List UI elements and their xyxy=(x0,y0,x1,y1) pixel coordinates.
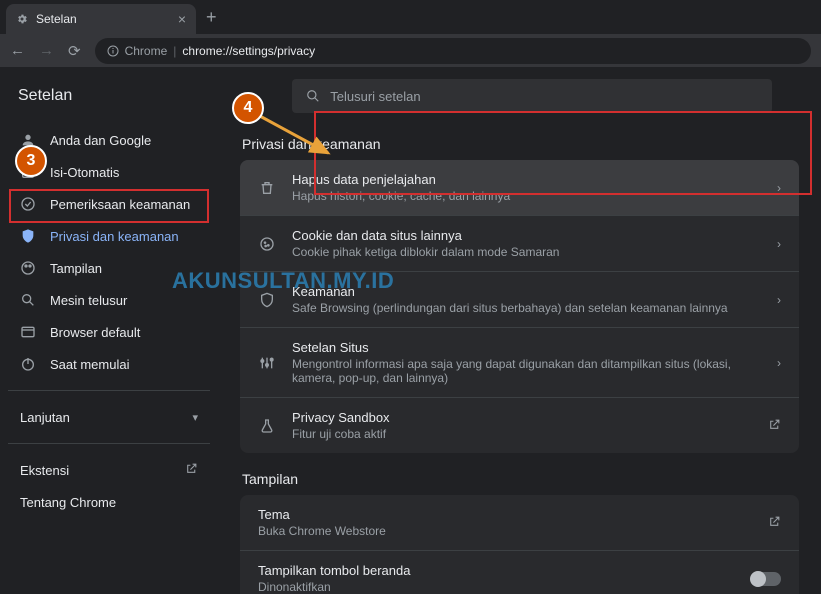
sidebar-item-label: Ekstensi xyxy=(20,463,69,478)
sidebar-item-on-startup[interactable]: Saat memulai xyxy=(8,348,210,380)
shield-icon xyxy=(20,228,36,244)
cookie-icon xyxy=(258,236,276,252)
row-title: Tampilkan tombol beranda xyxy=(258,563,735,578)
divider xyxy=(8,443,210,444)
browser-icon xyxy=(20,324,36,340)
search-input[interactable] xyxy=(330,89,758,104)
sidebar-item-label: Privasi dan keamanan xyxy=(50,229,179,244)
tab-title: Setelan xyxy=(36,12,77,26)
row-title: Tema xyxy=(258,507,752,522)
reload-button[interactable]: ⟳ xyxy=(68,42,81,60)
external-link-icon xyxy=(768,418,781,434)
search-icon xyxy=(306,89,320,103)
security-icon xyxy=(258,292,276,308)
sidebar: Anda dan Google Isi-Otomatis Pemeriksaan… xyxy=(0,124,218,594)
section-title-privacy: Privasi dan keamanan xyxy=(242,136,799,152)
sidebar-item-label: Anda dan Google xyxy=(50,133,151,148)
appearance-card: Tema Buka Chrome Webstore Tampilkan tomb… xyxy=(240,495,799,594)
sliders-icon xyxy=(258,355,276,371)
chevron-right-icon: › xyxy=(777,237,781,251)
info-icon xyxy=(107,45,119,57)
chevron-down-icon: ▾ xyxy=(192,411,198,424)
row-theme[interactable]: Tema Buka Chrome Webstore xyxy=(240,495,799,551)
sidebar-item-label: Isi-Otomatis xyxy=(50,165,119,180)
sidebar-item-about[interactable]: Tentang Chrome xyxy=(8,486,210,518)
close-tab-icon[interactable]: × xyxy=(178,11,186,27)
url-path: chrome://settings/privacy xyxy=(182,44,315,58)
page-title: Setelan xyxy=(18,87,72,105)
row-title: Keamanan xyxy=(292,284,761,299)
row-security[interactable]: Keamanan Safe Browsing (perlindungan dar… xyxy=(240,272,799,328)
row-cookies[interactable]: Cookie dan data situs lainnya Cookie pih… xyxy=(240,216,799,272)
row-home-button[interactable]: Tampilkan tombol beranda Dinonaktifkan xyxy=(240,551,799,594)
sidebar-item-label: Lanjutan xyxy=(20,410,70,425)
toolbar: ← → ⟳ Chrome | chrome://settings/privacy xyxy=(0,34,821,68)
row-subtitle: Fitur uji coba aktif xyxy=(292,427,752,441)
row-title: Setelan Situs xyxy=(292,340,761,355)
flask-icon xyxy=(258,418,276,434)
sidebar-item-safety-check[interactable]: Pemeriksaan keamanan xyxy=(8,188,210,220)
trash-icon xyxy=(258,180,276,196)
section-title-appearance: Tampilan xyxy=(242,471,799,487)
sidebar-item-default-browser[interactable]: Browser default xyxy=(8,316,210,348)
row-site-settings[interactable]: Setelan Situs Mengontrol informasi apa s… xyxy=(240,328,799,398)
url-scheme: Chrome xyxy=(125,44,168,58)
row-subtitle: Cookie pihak ketiga diblokir dalam mode … xyxy=(292,245,761,259)
annotation-badge-3: 3 xyxy=(15,145,47,177)
row-subtitle: Safe Browsing (perlindungan dari situs b… xyxy=(292,301,761,315)
browser-tab[interactable]: Setelan × xyxy=(6,4,196,34)
sidebar-item-privacy[interactable]: Privasi dan keamanan xyxy=(8,220,210,252)
chevron-right-icon: › xyxy=(777,356,781,370)
chevron-right-icon: › xyxy=(777,181,781,195)
address-bar[interactable]: Chrome | chrome://settings/privacy xyxy=(95,38,811,64)
sidebar-item-advanced[interactable]: Lanjutan ▾ xyxy=(8,401,210,433)
new-tab-button[interactable]: + xyxy=(206,7,217,28)
header: Setelan xyxy=(0,68,821,124)
sidebar-item-label: Saat memulai xyxy=(50,357,129,372)
external-link-icon xyxy=(768,515,781,531)
external-link-icon xyxy=(185,462,198,478)
main-content: Privasi dan keamanan Hapus data penjelaj… xyxy=(218,124,821,594)
search-box[interactable] xyxy=(292,79,772,113)
annotation-badge-4: 4 xyxy=(232,92,264,124)
search-engine-icon xyxy=(20,292,36,308)
row-title: Privacy Sandbox xyxy=(292,410,752,425)
power-icon xyxy=(20,356,36,372)
back-button[interactable]: ← xyxy=(10,42,25,59)
sidebar-item-label: Tampilan xyxy=(50,261,102,276)
chevron-right-icon: › xyxy=(777,293,781,307)
row-subtitle: Mengontrol informasi apa saja yang dapat… xyxy=(292,357,761,385)
check-icon xyxy=(20,196,36,212)
row-privacy-sandbox[interactable]: Privacy Sandbox Fitur uji coba aktif xyxy=(240,398,799,453)
privacy-card: Hapus data penjelajahan Hapus histori, c… xyxy=(240,160,799,453)
sidebar-item-extensions[interactable]: Ekstensi xyxy=(8,454,210,486)
row-clear-browsing-data[interactable]: Hapus data penjelajahan Hapus histori, c… xyxy=(240,160,799,216)
row-title: Cookie dan data situs lainnya xyxy=(292,228,761,243)
sidebar-item-label: Mesin telusur xyxy=(50,293,127,308)
forward-button[interactable]: → xyxy=(39,42,54,59)
sidebar-item-appearance[interactable]: Tampilan xyxy=(8,252,210,284)
sidebar-item-label: Pemeriksaan keamanan xyxy=(50,197,190,212)
sidebar-item-search-engine[interactable]: Mesin telusur xyxy=(8,284,210,316)
palette-icon xyxy=(20,260,36,276)
row-subtitle: Hapus histori, cookie, cache, dan lainny… xyxy=(292,189,761,203)
home-button-toggle[interactable] xyxy=(751,572,781,586)
sidebar-item-label: Tentang Chrome xyxy=(20,495,116,510)
row-subtitle: Buka Chrome Webstore xyxy=(258,524,752,538)
tab-bar: Setelan × + xyxy=(0,0,821,34)
gear-icon xyxy=(16,13,28,25)
divider xyxy=(8,390,210,391)
row-subtitle: Dinonaktifkan xyxy=(258,580,735,594)
sidebar-item-label: Browser default xyxy=(50,325,140,340)
row-title: Hapus data penjelajahan xyxy=(292,172,761,187)
